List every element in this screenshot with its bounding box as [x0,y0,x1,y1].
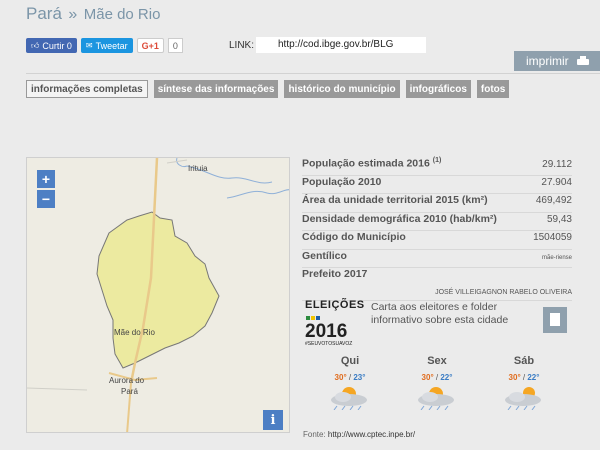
weather-max: 30° [421,373,434,382]
weather-day-name: Sáb [513,355,535,367]
stat-label: Área da unidade territorial 2015 (km²) [302,194,488,206]
facebook-like-label: Curtir 0 [42,40,72,51]
stat-label: População estimada 2016 [302,157,430,170]
map-info-button[interactable]: i [263,410,283,430]
weather-max: 30° [334,373,347,382]
zoom-in-button[interactable]: + [37,170,55,188]
elections-logo-year: 2016 [305,321,348,342]
stat-label: Prefeito 2017 [302,268,368,280]
weather-max: 30° [508,373,521,382]
link-url-field[interactable]: http://cod.ibge.gov.br/BLG [256,37,426,53]
river [226,189,289,199]
document-icon[interactable] [543,307,567,333]
stat-row: Prefeito 2017 [302,268,572,287]
municipality-boundary[interactable] [96,211,220,369]
twitter-bird-icon: ✉︎ [85,41,93,50]
stat-value: 1504059 [533,232,572,243]
twitter-tweet-label: Tweetar [95,40,128,51]
stat-row: Código do Município 1504059 [302,231,572,250]
weather-source: Fonte: http://www.cptec.inpe.br/ [303,430,415,439]
stat-row: Densidade demográfica 2010 (hab/km²) 59,… [302,212,572,231]
weather-day-name: Qui [340,355,360,367]
breadcrumb-state[interactable]: Pará [26,4,62,23]
rain-cloud-icon [497,384,551,411]
stat-value: 27.904 [541,176,572,188]
stat-row: Gentílico mãe-riense [302,249,572,268]
stat-value: 29.112 [542,158,572,170]
facebook-like-button[interactable]: 👍︎ Curtir 0 [26,38,77,53]
elections-banner[interactable]: ELEIÇÕES 2016 #SEUVOTOSUAVOZ Carta aos e… [305,297,573,347]
tab-bar: informações completas síntese das inform… [26,80,510,98]
thumbs-up-icon: 👍︎ [31,40,40,50]
breadcrumb-city: Mãe do Rio [83,6,161,23]
weather-min: 23° [353,373,366,382]
weather-day: Sáb 30° / 22° [491,355,557,411]
stat-row: Área da unidade territorial 2015 (km²) 4… [302,194,572,213]
tab-infograficos[interactable]: infográficos [405,80,471,98]
elections-link-text[interactable]: Carta aos eleitores e folder informativo… [371,301,531,327]
zoom-out-button[interactable]: − [37,190,55,208]
weather-day: Sex 30° / 22° [404,355,470,411]
link-label: LINK: [229,40,255,51]
breadcrumb: Pará » Mãe do Rio [26,4,160,24]
sun-rain-cloud-icon [323,384,377,411]
divider [26,73,600,74]
tab-historico[interactable]: histórico do município [284,80,400,98]
map-canvas [27,158,289,432]
weather-day-name: Sex [427,355,447,367]
stat-label: Código do Município [302,231,406,243]
map-label-para: Pará [121,387,138,396]
elections-logo-title: ELEIÇÕES [305,299,365,311]
tab-sintese[interactable]: síntese das informações [153,80,279,98]
stat-value: 59,43 [546,213,572,225]
google-plus-button[interactable]: G+1 [136,38,164,53]
breadcrumb-separator: » [68,6,78,23]
stat-value: mãe-riense [541,254,572,261]
map-label-mae-do-rio: Mãe do Rio [114,328,155,337]
river [176,158,188,167]
footnote-marker[interactable]: (1) [433,157,442,164]
map-label-aurora: Aurora do [109,376,145,385]
google-plus-count: 0 [167,38,183,53]
twitter-tweet-button[interactable]: ✉︎ Tweetar [80,38,133,53]
stat-value: 469,492 [535,195,572,206]
weather-min: 22° [527,373,540,382]
stat-label: Gentílico [302,249,347,262]
stat-row: População estimada 2016 (1) 29.112 [302,157,572,176]
tab-informacoes-completas[interactable]: informações completas [26,80,148,98]
stat-label: Densidade demográfica 2010 (hab/km²) [302,212,497,225]
stat-label: População 2010 [302,175,382,188]
road [27,387,88,391]
printer-icon [576,56,589,66]
stat-row: População 2010 27.904 [302,175,572,194]
sun-rain-cloud-icon [410,384,464,411]
print-button[interactable]: imprimir [514,51,600,71]
elections-logo: ELEIÇÕES 2016 #SEUVOTOSUAVOZ [305,299,365,347]
map-label-irituia: Irituia [188,164,208,173]
weather-source-label: Fonte: [303,430,326,439]
tab-fotos[interactable]: fotos [476,80,510,98]
municipality-stats: População estimada 2016 (1) 29.112 Popul… [302,157,572,301]
weather-day: Qui 30° / 23° [317,355,383,411]
print-button-label: imprimir [526,54,569,68]
weather-min: 22° [440,373,453,382]
weather-source-link[interactable]: http://www.cptec.inpe.br/ [328,430,415,439]
municipality-map[interactable]: + − Irituia Mãe do Rio Aurora do Pará i [26,157,290,433]
elections-logo-hashtag: #SEUVOTOSUAVOZ [305,341,353,347]
social-buttons: 👍︎ Curtir 0 ✉︎ Tweetar G+1 0 [26,38,183,53]
